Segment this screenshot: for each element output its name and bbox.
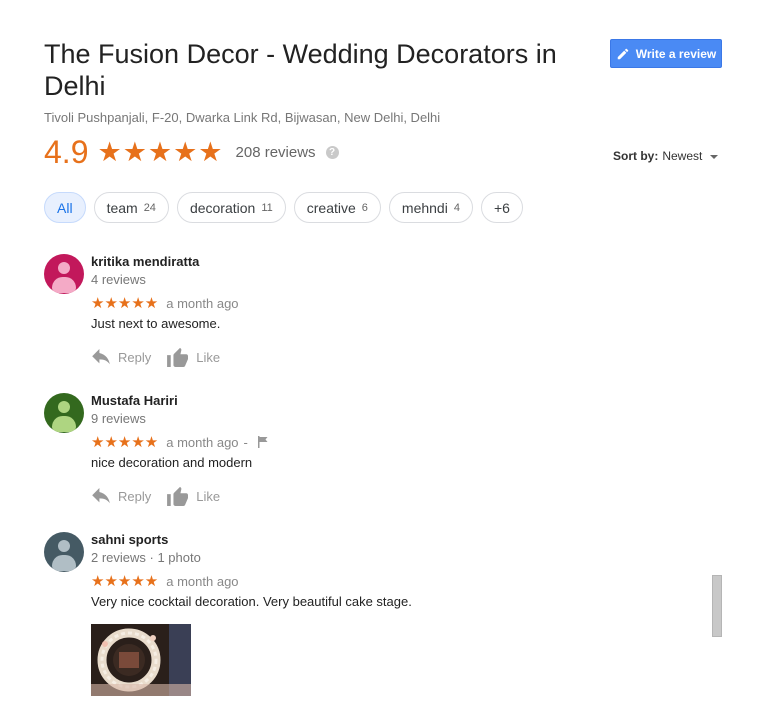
caret-down-icon — [710, 155, 719, 159]
thumbs-up-icon — [167, 347, 189, 367]
avatar-person-icon — [58, 401, 70, 413]
reply-button[interactable]: Reply — [91, 349, 151, 365]
place-title: The Fusion Decor - Wedding Decorators in… — [44, 39, 557, 101]
place-header: The Fusion Decor - Wedding Decorators in… — [44, 38, 564, 125]
review-body: Mustafa Hariri 9 reviews ★★★★★ a month a… — [91, 393, 691, 506]
review-body: sahni sports 2 reviews · 1 photo ★★★★★ a… — [91, 532, 691, 696]
flag-area: - — [244, 435, 269, 450]
reply-icon — [92, 349, 110, 365]
chip-label: mehndi — [401, 199, 448, 216]
chip-label: team — [106, 199, 138, 216]
review-body: kritika mendiratta 4 reviews ★★★★★ a mon… — [91, 254, 691, 367]
reply-icon — [92, 488, 110, 504]
review-text: Just next to awesome. — [91, 316, 221, 331]
review-rating-line: ★★★★★ a month ago — [91, 573, 691, 590]
scrollbar-thumb[interactable] — [712, 575, 722, 637]
review-photo[interactable] — [91, 624, 191, 696]
review-time: a month ago — [166, 434, 239, 450]
place-address: Tivoli Pushpanjali, F-20, Dwarka Link Rd… — [44, 110, 441, 125]
rating-summary: 4.9 ★★★★★ 208 reviews ? — [44, 134, 339, 170]
review-stars: ★★★★★ — [91, 295, 159, 312]
reviewer-meta: 2 reviews · 1 photo — [91, 550, 201, 565]
review-actions: Reply Like — [91, 347, 691, 367]
chip-all[interactable]: All — [44, 192, 86, 223]
review-rating-line: ★★★★★ a month ago — [91, 295, 691, 312]
reviewer-name[interactable]: kritika mendiratta — [91, 254, 691, 270]
avatar[interactable] — [44, 393, 84, 433]
review-stars: ★★★★★ — [91, 434, 159, 451]
reply-label: Reply — [118, 488, 152, 504]
like-label: Like — [196, 488, 221, 504]
like-button[interactable]: Like — [167, 347, 220, 367]
reviewer-meta: 9 reviews — [91, 411, 146, 426]
review-time: a month ago — [166, 295, 239, 311]
avatar-person-body — [52, 277, 76, 293]
chip-label: +6 — [493, 199, 510, 216]
rating-value: 4.9 — [44, 134, 89, 170]
avatar[interactable] — [44, 254, 84, 294]
chip-count: 6 — [361, 201, 368, 214]
chip-count: 11 — [261, 201, 273, 214]
chip-team[interactable]: team 24 — [93, 192, 169, 223]
avatar-person-icon — [58, 262, 70, 274]
review-rating-line: ★★★★★ a month ago - — [91, 434, 691, 451]
avatar-person-icon — [58, 540, 70, 552]
flag-icon[interactable] — [257, 436, 269, 448]
avatar[interactable] — [44, 532, 84, 572]
reply-button[interactable]: Reply — [91, 488, 151, 504]
sort-value: Newest — [662, 149, 703, 163]
sort-label: Sort by: — [613, 149, 659, 163]
meta-separator: - — [243, 434, 248, 450]
write-review-label: Write a review — [635, 46, 717, 61]
reply-label: Reply — [118, 349, 152, 365]
chip-mehndi[interactable]: mehndi 4 — [388, 192, 473, 223]
rating-stars: ★★★★★ — [97, 136, 224, 167]
reviewer-meta: 4 reviews — [91, 272, 146, 287]
like-button[interactable]: Like — [167, 486, 220, 506]
review-text: nice decoration and modern — [91, 455, 253, 470]
chip-count: 24 — [143, 201, 156, 214]
chip-label: creative — [306, 199, 356, 216]
pencil-icon — [617, 48, 629, 59]
write-review-button[interactable]: Write a review — [610, 39, 722, 68]
thumbs-up-icon — [167, 486, 189, 506]
like-label: Like — [196, 349, 221, 365]
review-count: 208 reviews — [235, 143, 316, 161]
avatar-person-body — [52, 555, 76, 571]
sort-dropdown[interactable]: Sort by: Newest — [613, 149, 719, 163]
chip-decoration[interactable]: decoration 11 — [176, 192, 286, 223]
chip-creative[interactable]: creative 6 — [293, 192, 381, 223]
review-stars: ★★★★★ — [91, 573, 159, 590]
reviewer-name[interactable]: Mustafa Hariri — [91, 393, 691, 409]
reviewer-name[interactable]: sahni sports — [91, 532, 691, 548]
review-time: a month ago — [166, 573, 239, 589]
review-actions: Reply Like — [91, 486, 691, 506]
avatar-person-body — [52, 416, 76, 432]
chip-more[interactable]: +6 — [480, 192, 523, 223]
help-icon[interactable]: ? — [325, 145, 339, 159]
chip-label: All — [57, 199, 73, 216]
chip-count: 4 — [453, 201, 460, 214]
topic-filter-chips: All team 24 decoration 11 creative 6 meh… — [44, 192, 523, 223]
chip-label: decoration — [189, 199, 256, 216]
review-photo-image — [91, 624, 191, 696]
review-text: Very nice cocktail decoration. Very beau… — [91, 594, 412, 609]
